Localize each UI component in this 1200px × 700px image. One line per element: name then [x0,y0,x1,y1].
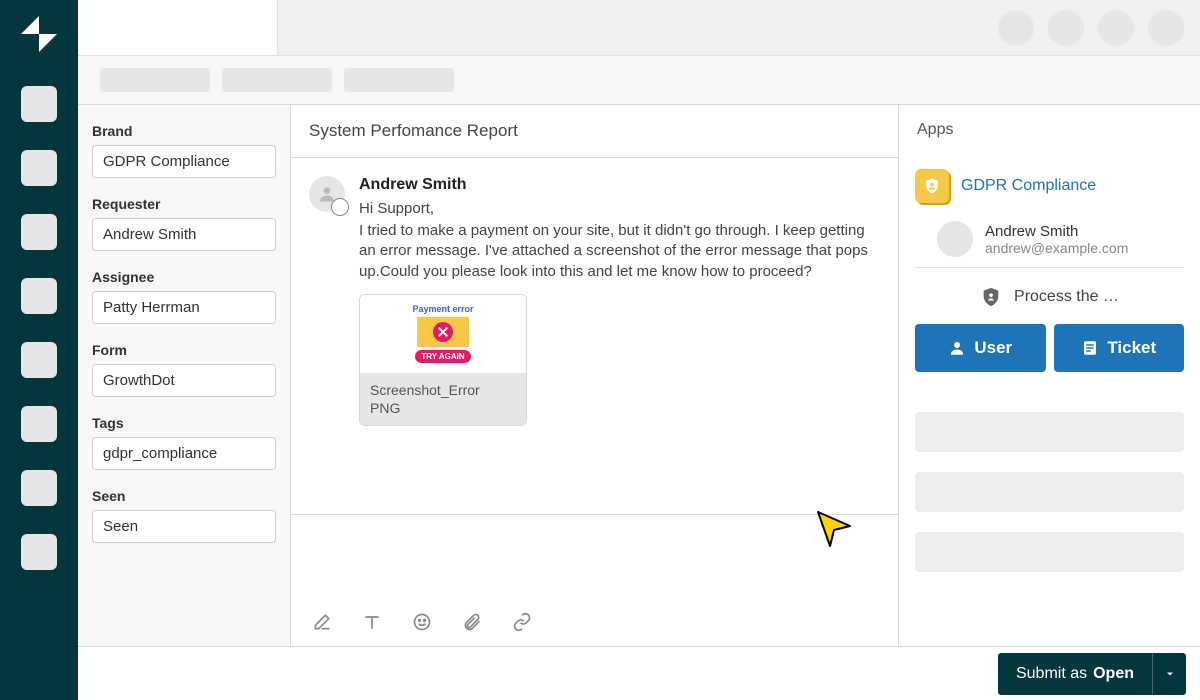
breadcrumb [78,56,1200,104]
submit-dropdown[interactable] [1152,653,1186,695]
link-icon[interactable] [511,611,533,633]
skeleton-placeholder [915,532,1184,572]
chevron-down-icon [1164,668,1176,680]
assignee-field[interactable]: Patty Herrman [92,291,276,324]
requester-label: Requester [92,196,276,212]
apps-panel: Apps GDPR Compliance Andrew Smith andrew… [899,105,1200,646]
requester-field[interactable]: Andrew Smith [92,218,276,251]
attachment-preview-button: TRY AGAIN [415,350,470,363]
tags-label: Tags [92,415,276,431]
rail-item[interactable] [21,86,57,122]
skeleton-placeholder [915,472,1184,512]
form-label: Form [92,342,276,358]
rail-item[interactable] [21,342,57,378]
attachment-preview-title: Payment error [412,304,473,314]
left-rail [0,0,78,700]
header-action[interactable] [1098,10,1134,46]
seen-field[interactable]: Seen [92,510,276,543]
seen-label: Seen [92,488,276,504]
active-tab[interactable] [78,0,278,55]
composer[interactable] [291,514,898,646]
app-name-link[interactable]: GDPR Compliance [961,177,1096,195]
rail-item[interactable] [21,150,57,186]
attachment-preview: Payment error TRY AGAIN [360,295,526,373]
user-icon [948,339,966,357]
submit-prefix: Submit as [1016,665,1087,683]
attachment-icon[interactable] [461,611,483,633]
rail-item[interactable] [21,534,57,570]
header-action[interactable] [998,10,1034,46]
ticket-button[interactable]: Ticket [1054,324,1185,372]
user-email: andrew@example.com [985,240,1128,256]
rail-item[interactable] [21,278,57,314]
rail-item[interactable] [21,470,57,506]
conversation-panel: System Perfomance Report Andrew Smith Hi… [291,105,899,646]
form-field[interactable]: GrowthDot [92,364,276,397]
user-button-label: User [974,338,1012,358]
ticket-button-label: Ticket [1107,338,1156,358]
user-name: Andrew Smith [985,223,1128,240]
crumb-placeholder [344,68,454,92]
message-body: I tried to make a payment on your site, … [359,221,880,282]
attachment-filename: Screenshot_Error [370,381,516,399]
brand-logo[interactable] [15,10,63,58]
assignee-label: Assignee [92,269,276,285]
compose-icon[interactable] [311,611,333,633]
app-badge-icon [915,169,949,203]
tab-bar [78,0,1200,56]
attachment-type: PNG [370,399,516,417]
rail-item[interactable] [21,406,57,442]
message-greeting: Hi Support, [359,200,880,217]
ticket-icon [1081,339,1099,357]
cursor-icon [814,508,854,548]
apps-header: Apps [915,121,1184,139]
user-button[interactable]: User [915,324,1046,372]
footer-bar: Submit as Open [78,646,1200,700]
ticket-fields-panel: Brand GDPR Compliance Requester Andrew S… [78,105,291,646]
divider [915,267,1184,268]
emoji-icon[interactable] [411,611,433,633]
brand-field[interactable]: GDPR Compliance [92,145,276,178]
header-action[interactable] [1148,10,1184,46]
crumb-placeholder [100,68,210,92]
message: Andrew Smith Hi Support, I tried to make… [291,158,898,444]
ticket-title: System Perfomance Report [291,105,898,158]
message-sender: Andrew Smith [359,176,880,194]
composer-toolbar [291,598,898,646]
attachment[interactable]: Payment error TRY AGAIN Screenshot_Error… [359,294,527,426]
rail-item[interactable] [21,214,57,250]
submit-button[interactable]: Submit as Open [998,653,1152,695]
header-action[interactable] [1048,10,1084,46]
submit-status: Open [1093,665,1134,683]
brand-label: Brand [92,123,276,139]
user-avatar [937,221,973,257]
process-text: Process the … [1014,288,1119,306]
shield-icon [980,284,1002,310]
text-format-icon[interactable] [361,611,383,633]
skeleton-placeholder [915,412,1184,452]
avatar [309,176,345,212]
crumb-placeholder [222,68,332,92]
tags-field[interactable]: gdpr_compliance [92,437,276,470]
error-icon [433,322,453,342]
